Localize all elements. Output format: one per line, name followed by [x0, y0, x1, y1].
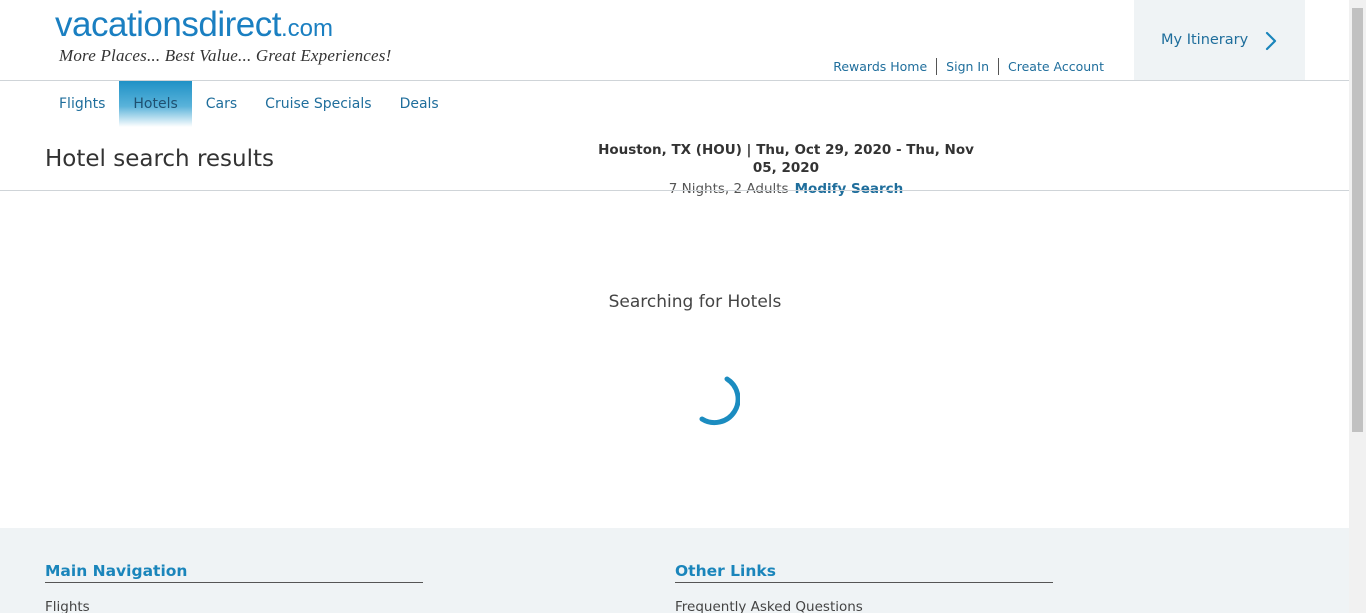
- footer-link-flights[interactable]: Flights: [45, 599, 423, 613]
- footer-other-links: Other Links Frequently Asked Questions: [675, 562, 1053, 613]
- site-footer: Main Navigation Flights Other Links Freq…: [0, 528, 1349, 613]
- page-title: Hotel search results: [45, 146, 275, 172]
- sign-in-link[interactable]: Sign In: [936, 58, 998, 75]
- chevron-right-icon: [1265, 31, 1277, 51]
- tab-cars[interactable]: Cars: [192, 81, 251, 127]
- logo-tagline: More Places... Best Value... Great Exper…: [59, 46, 392, 65]
- search-details-row: 7 Nights, 2 Adults Modify Search: [586, 179, 986, 199]
- loading-message: Searching for Hotels: [608, 292, 782, 312]
- rewards-home-link[interactable]: Rewards Home: [824, 58, 936, 75]
- site-header: vacationsdirect.com More Places... Best …: [0, 0, 1349, 81]
- footer-main-navigation: Main Navigation Flights: [45, 562, 423, 613]
- logo-main-text: vacationsdirect: [55, 5, 281, 44]
- my-itinerary-button[interactable]: My Itinerary: [1134, 0, 1305, 80]
- tab-deals[interactable]: Deals: [386, 81, 453, 127]
- site-logo[interactable]: vacationsdirect.com More Places... Best …: [55, 6, 391, 66]
- footer-link-faq[interactable]: Frequently Asked Questions: [675, 599, 1053, 613]
- footer-other-links-heading: Other Links: [675, 562, 1053, 583]
- my-itinerary-label: My Itinerary: [1161, 32, 1249, 48]
- account-links: Rewards Home Sign In Create Account: [824, 58, 1113, 75]
- header-divider: [0, 190, 1349, 191]
- page: vacationsdirect.com More Places... Best …: [0, 0, 1349, 613]
- logo-wordmark: vacationsdirect.com: [55, 6, 391, 48]
- loading-spinner-icon: [699, 376, 740, 426]
- tab-cruise-specials[interactable]: Cruise Specials: [251, 81, 385, 127]
- tab-hotels[interactable]: Hotels: [119, 81, 192, 127]
- main-nav-tabs: Flights Hotels Cars Cruise Specials Deal…: [45, 81, 453, 127]
- tab-flights[interactable]: Flights: [45, 81, 119, 127]
- search-details: 7 Nights, 2 Adults: [668, 181, 789, 197]
- logo-suffix: .com: [280, 15, 333, 42]
- modify-search-link[interactable]: Modify Search: [795, 181, 904, 197]
- footer-main-nav-heading: Main Navigation: [45, 562, 423, 583]
- search-destination-dates: Houston, TX (HOU) | Thu, Oct 29, 2020 - …: [598, 142, 974, 176]
- page-scrollbar[interactable]: [1349, 0, 1366, 613]
- scrollbar-thumb[interactable]: [1352, 8, 1363, 432]
- create-account-link[interactable]: Create Account: [998, 58, 1113, 75]
